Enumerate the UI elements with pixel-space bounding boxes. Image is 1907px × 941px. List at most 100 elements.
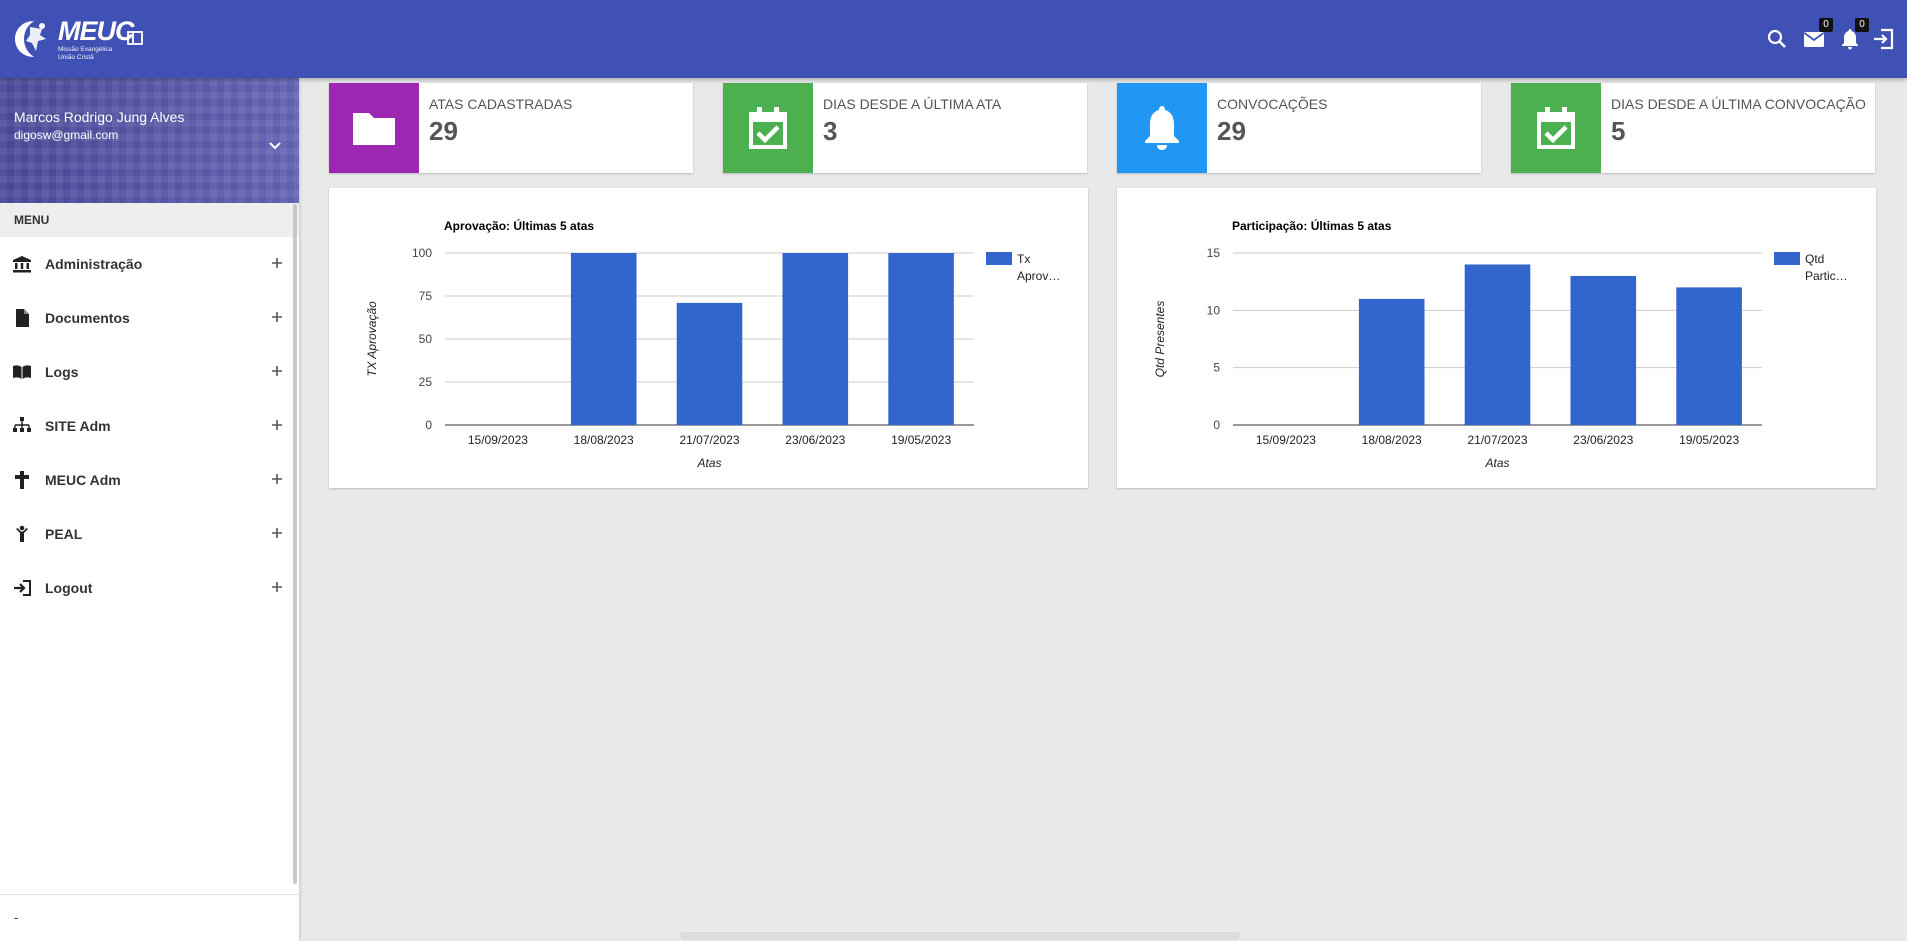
x-axis-title: Atas xyxy=(1484,456,1509,470)
legend-label: Qtd xyxy=(1805,252,1824,266)
calendar-check-icon xyxy=(749,107,787,149)
plus-icon xyxy=(272,420,282,430)
info-box-convocacoes[interactable]: CONVOCAÇÕES 29 xyxy=(1117,83,1481,173)
x-axis-title: Atas xyxy=(696,456,721,470)
sidebar-item-label: Logs xyxy=(45,364,79,380)
exit-icon[interactable] xyxy=(1871,26,1897,52)
logo[interactable]: MEUC Missão Evangélica União Cristã xyxy=(12,17,134,61)
sidebar-item-label: Administração xyxy=(45,256,143,272)
info-box-value: 3 xyxy=(823,116,838,146)
horizontal-scrollbar[interactable] xyxy=(680,932,1240,940)
y-axis-title: TX Aprovação xyxy=(365,301,379,377)
plus-icon xyxy=(272,582,282,592)
info-box-value: 29 xyxy=(429,116,458,146)
top-bar: MEUC Missão Evangélica União Cristã 0 0 xyxy=(0,0,1907,78)
y-tick-label: 25 xyxy=(419,375,433,389)
x-tick-label: 19/05/2023 xyxy=(1679,433,1739,447)
calendar-check-icon xyxy=(1537,107,1575,149)
user-email: digosw@gmail.com xyxy=(14,128,119,142)
info-box-title: DIAS DESDE A ÚLTIMA CONVOCAÇÃO xyxy=(1611,96,1866,112)
user-info-panel: Marcos Rodrigo Jung Alves digosw@gmail.c… xyxy=(0,78,299,203)
bank-icon xyxy=(13,256,31,273)
sidebar-item-logs[interactable]: Logs xyxy=(0,345,299,399)
mail-button[interactable]: 0 xyxy=(1801,18,1833,52)
info-box-icon-bg xyxy=(723,83,813,173)
sidebar-item-documentos[interactable]: Documentos xyxy=(0,291,299,345)
plus-icon xyxy=(272,474,282,484)
notification-badge: 0 xyxy=(1855,18,1869,32)
sidebar-item-meuc-adm[interactable]: MEUC Adm xyxy=(0,453,299,507)
search-icon[interactable] xyxy=(1764,26,1790,52)
legend-label: Aprov… xyxy=(1017,269,1060,283)
x-tick-label: 18/08/2023 xyxy=(574,433,634,447)
sidebar-scrollbar[interactable] xyxy=(293,204,297,884)
y-tick-label: 0 xyxy=(1213,418,1220,432)
sidebar-item-logout[interactable]: Logout xyxy=(0,561,299,615)
sidebar: Marcos Rodrigo Jung Alves digosw@gmail.c… xyxy=(0,78,299,941)
login-icon xyxy=(14,580,31,596)
info-box-value: 29 xyxy=(1217,116,1246,146)
bar xyxy=(1676,287,1742,425)
bar xyxy=(570,253,637,425)
legend-label: Tx xyxy=(1017,252,1030,266)
sidebar-item-site-adm[interactable]: SITE Adm xyxy=(0,399,299,453)
sidebar-footer: - xyxy=(0,894,299,941)
x-tick-label: 21/07/2023 xyxy=(1467,433,1527,447)
document-icon xyxy=(16,309,29,327)
y-axis-title: Qtd Presentes xyxy=(1153,301,1167,378)
cross-icon xyxy=(15,471,29,489)
x-tick-label: 19/05/2023 xyxy=(891,433,951,447)
info-box-dias-convocacao[interactable]: DIAS DESDE A ÚLTIMA CONVOCAÇÃO 5 xyxy=(1511,83,1875,173)
chart-title: Aprovação: Últimas 5 atas xyxy=(444,218,594,233)
logo-subtitle: Missão Evangélica xyxy=(58,45,113,53)
sidebar-item-label: Logout xyxy=(45,580,93,596)
chart-card-aprovacao: Aprovação: Últimas 5 atas 0 25 50 75 100 15/09… xyxy=(329,188,1088,488)
sidebar-item-label: Documentos xyxy=(45,310,130,326)
bell-icon xyxy=(1145,106,1179,150)
x-tick-label: 21/07/2023 xyxy=(679,433,739,447)
y-tick-label: 0 xyxy=(425,418,432,432)
x-tick-label: 23/06/2023 xyxy=(785,433,845,447)
info-box-title: ATAS CADASTRADAS xyxy=(429,96,573,112)
y-tick-label: 5 xyxy=(1213,361,1220,375)
meuc-logo-icon xyxy=(15,21,46,57)
chart-aprovacao: Aprovação: Últimas 5 atas 0 25 50 75 100 15/09… xyxy=(365,218,1060,470)
y-tick-label: 15 xyxy=(1207,246,1221,260)
info-box-icon-bg xyxy=(1117,83,1207,173)
sidebar-item-peal[interactable]: PEAL xyxy=(0,507,299,561)
user-name: Marcos Rodrigo Jung Alves xyxy=(14,109,185,125)
book-icon xyxy=(13,365,31,379)
chart-card-participacao: Participação: Últimas 5 atas 0 5 10 15 15/09/… xyxy=(1117,188,1876,488)
x-tick-label: 15/09/2023 xyxy=(468,433,528,447)
y-tick-label: 10 xyxy=(1207,303,1221,317)
logo-text: MEUC xyxy=(58,15,134,46)
info-box-icon-bg xyxy=(329,83,419,173)
x-tick-label: 18/08/2023 xyxy=(1362,433,1422,447)
chevron-down-icon[interactable] xyxy=(266,137,284,155)
legend-swatch xyxy=(1774,252,1800,265)
bar xyxy=(1464,264,1531,425)
y-tick-label: 100 xyxy=(412,246,432,260)
y-tick-label: 50 xyxy=(419,332,433,346)
bar xyxy=(1570,275,1637,425)
plus-icon xyxy=(272,528,282,538)
info-box-atas[interactable]: ATAS CADASTRADAS 29 xyxy=(329,83,693,173)
notifications-button[interactable]: 0 xyxy=(1837,18,1869,52)
sitemap-icon xyxy=(13,417,31,432)
chart-participacao: Participação: Últimas 5 atas 0 5 10 15 15/09/… xyxy=(1153,218,1848,470)
person-icon xyxy=(16,525,28,542)
info-box-dias-ata[interactable]: DIAS DESDE A ÚLTIMA ATA 3 xyxy=(723,83,1087,173)
plus-icon xyxy=(272,312,282,322)
y-tick-label: 75 xyxy=(419,289,433,303)
mail-badge: 0 xyxy=(1819,18,1833,32)
sidebar-item-administracao[interactable]: Administração xyxy=(0,237,299,291)
x-tick-label: 15/09/2023 xyxy=(1256,433,1316,447)
logo-subtitle-2: União Cristã xyxy=(58,53,94,61)
bar xyxy=(888,253,954,425)
layout-toggle-icon[interactable] xyxy=(126,29,144,47)
bar xyxy=(676,302,743,425)
bar xyxy=(1358,298,1425,425)
folder-icon xyxy=(353,113,395,145)
legend-label: Partic… xyxy=(1805,269,1848,283)
bar xyxy=(782,253,849,425)
